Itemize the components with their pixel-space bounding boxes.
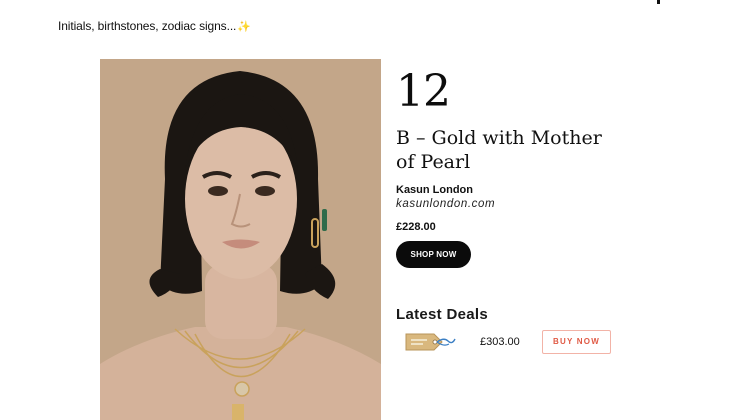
product-info: 12 B – Gold with Mother of Pearl Kasun L…: [396, 68, 696, 268]
rank-number: 12: [396, 66, 451, 117]
intro-label: Initials, birthstones, zodiac signs...: [58, 19, 237, 33]
brand-name: Kasun London: [396, 184, 473, 196]
shop-now-button[interactable]: SHOP NOW: [396, 241, 471, 268]
brand-site-link[interactable]: kasunlondon.com: [396, 198, 696, 210]
sparkles-icon: ✨: [237, 21, 251, 33]
deal-row[interactable]: £303.00 BUY NOW: [396, 329, 626, 355]
page-edge-mark: [657, 0, 660, 4]
buy-now-button[interactable]: BUY NOW: [542, 330, 611, 354]
product-photo[interactable]: [100, 59, 381, 420]
model-portrait-image: [100, 59, 381, 420]
product-title[interactable]: B – Gold with Mother of Pearl: [396, 126, 626, 174]
price-tag-icon: [404, 331, 456, 353]
latest-deals-heading: Latest Deals: [396, 306, 488, 323]
product-price: £228.00: [396, 221, 436, 233]
intro-text: Initials, birthstones, zodiac signs...✨: [58, 19, 251, 33]
deal-price: £303.00: [480, 336, 520, 348]
